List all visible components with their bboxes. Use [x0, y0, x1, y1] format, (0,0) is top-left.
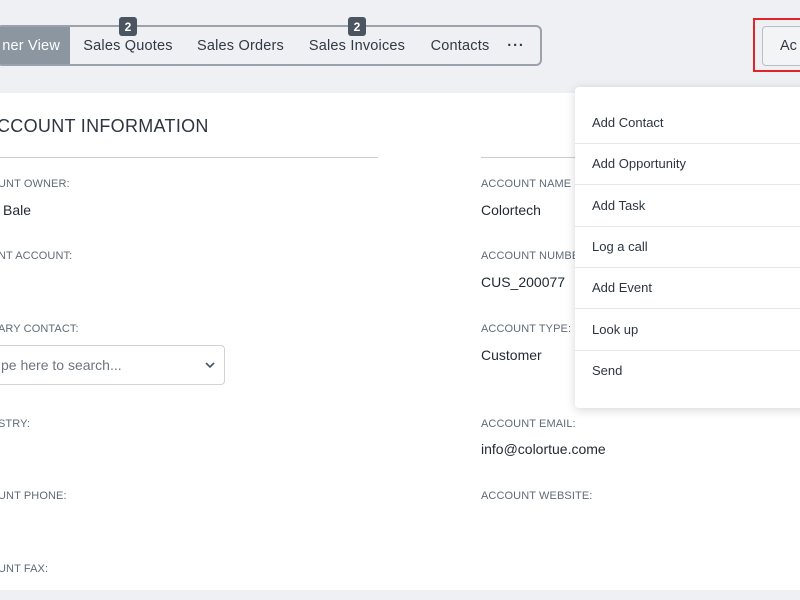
tab-contacts-label: Contacts: [430, 37, 490, 54]
section-divider-left: [0, 157, 378, 158]
chevron-down-icon: [205, 362, 215, 369]
account-fax-label: UNT FAX:: [0, 563, 49, 575]
more-tabs-button[interactable]: ···: [501, 27, 531, 64]
tab-sales-invoices[interactable]: 2 Sales Invoices: [295, 17, 419, 64]
account-website-label: ACCOUNT WEBSITE:: [481, 490, 593, 502]
menu-item-add-task[interactable]: Add Task: [575, 185, 800, 226]
tab-sales-orders[interactable]: Sales Orders: [186, 27, 295, 64]
account-name-label: ACCOUNT NAME: [481, 178, 572, 190]
menu-item-add-opportunity[interactable]: Add Opportunity: [575, 143, 800, 184]
parent-account-label: NT ACCOUNT:: [0, 250, 73, 262]
menu-item-add-event[interactable]: Add Event: [575, 267, 800, 308]
section-title: CCOUNT INFORMATION: [0, 116, 209, 136]
primary-contact-search-input[interactable]: [1, 357, 186, 373]
account-number-value[interactable]: CUS_200077: [481, 274, 565, 290]
tab-sales-orders-label: Sales Orders: [196, 37, 284, 54]
tab-sales-quotes-label: Sales Quotes: [83, 37, 173, 54]
tab-sales-invoices-label: Sales Invoices: [308, 37, 406, 54]
account-owner-value[interactable]: Bale: [3, 202, 31, 218]
industry-label: STRY:: [0, 418, 31, 430]
menu-item-look-up[interactable]: Look up: [575, 309, 800, 350]
account-number-label: ACCOUNT NUMBE: [481, 250, 580, 262]
tab-owner-view[interactable]: ner View: [0, 27, 70, 64]
tab-contacts[interactable]: Contacts: [419, 27, 501, 64]
tab-sales-quotes[interactable]: 2 Sales Quotes: [70, 17, 186, 64]
account-type-value[interactable]: Customer: [481, 347, 542, 363]
menu-item-add-contact[interactable]: Add Contact: [575, 102, 800, 143]
account-owner-label: UNT OWNER:: [0, 178, 70, 190]
section-divider-right: [481, 157, 576, 158]
primary-contact-select[interactable]: [0, 345, 225, 385]
action-button[interactable]: Ac: [762, 26, 800, 66]
tab-owner-view-label: ner View: [2, 37, 60, 54]
account-email-value[interactable]: info@colortue.come: [481, 441, 606, 457]
tab-sales-quotes-count-badge: 2: [119, 17, 137, 36]
menu-item-log-a-call[interactable]: Log a call: [575, 226, 800, 267]
actions-dropdown-menu: Add Contact Add Opportunity Add Task Log…: [575, 87, 800, 408]
primary-contact-label: ARY CONTACT:: [0, 323, 79, 335]
account-email-label: ACCOUNT EMAIL:: [481, 418, 576, 430]
account-type-label: ACCOUNT TYPE:: [481, 323, 572, 335]
record-tabs: ner View 2 Sales Quotes Sales Orders 2 S…: [0, 17, 542, 66]
menu-item-send[interactable]: Send: [575, 350, 800, 391]
more-dots-icon: ···: [507, 37, 525, 54]
tab-sales-invoices-count-badge: 2: [348, 17, 366, 36]
account-phone-label: UNT PHONE:: [0, 490, 67, 502]
account-name-value[interactable]: Colortech: [481, 202, 541, 218]
